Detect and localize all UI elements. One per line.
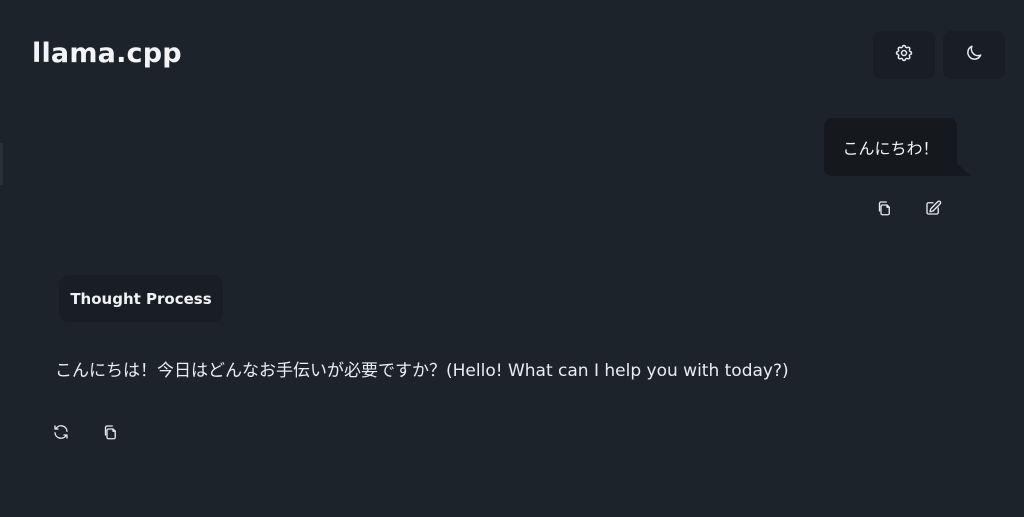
edit-icon <box>924 199 942 221</box>
gear-icon <box>894 43 914 67</box>
copy-user-message-button[interactable] <box>873 199 895 221</box>
assistant-message-text: こんにちは！今日はどんなお手伝いが必要ですか？(Hello! What can … <box>55 361 789 381</box>
user-message-text: こんにちわ！ <box>842 139 939 158</box>
theme-toggle-button[interactable] <box>943 31 1005 79</box>
regenerate-icon <box>52 423 70 445</box>
edit-user-message-button[interactable] <box>922 199 944 221</box>
settings-button[interactable] <box>873 31 935 79</box>
thought-process-label: Thought Process <box>70 289 212 308</box>
bubble-tail <box>955 162 971 176</box>
copy-icon <box>101 423 119 445</box>
copy-assistant-message-button[interactable] <box>99 423 121 445</box>
user-message-bubble: こんにちわ！ <box>824 118 957 176</box>
chat-app: llama.cpp こんにちわ！ Thought Process こんにちは！今… <box>0 0 1024 517</box>
thought-process-toggle[interactable]: Thought Process <box>59 275 223 322</box>
copy-icon <box>875 199 893 221</box>
sidebar-edge[interactable] <box>0 143 3 185</box>
moon-icon <box>964 43 984 67</box>
app-title: llama.cpp <box>32 38 182 69</box>
regenerate-button[interactable] <box>50 423 72 445</box>
